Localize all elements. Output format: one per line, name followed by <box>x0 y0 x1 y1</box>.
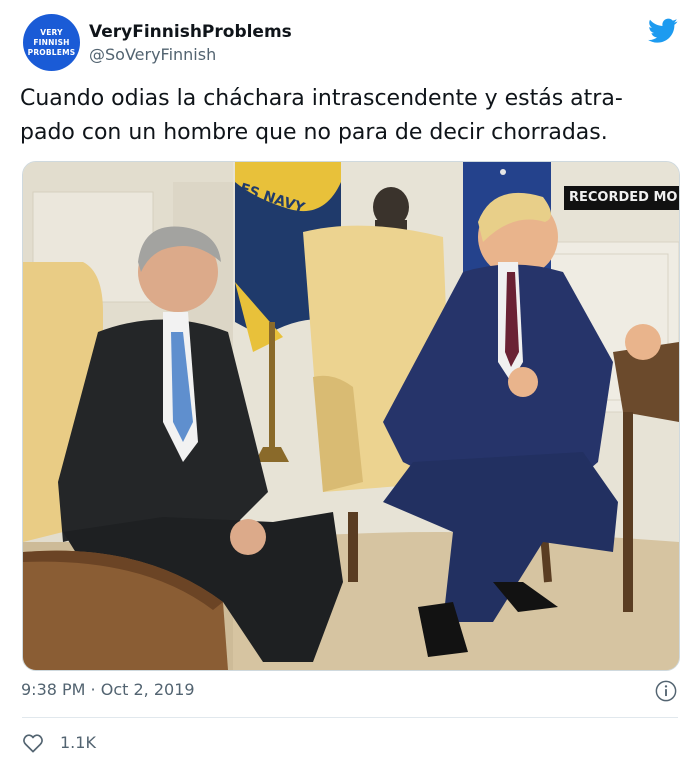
user-handle[interactable]: @SoVeryFinnish <box>89 44 292 66</box>
divider <box>22 717 678 718</box>
avatar-logo-text: VERY FINNISH PROBLEMS <box>27 27 76 57</box>
author-info: VeryFinnishProblems @SoVeryFinnish <box>89 20 292 66</box>
tweet-text-line: Cuando odias la cháchara intrascendente … <box>20 86 623 111</box>
avatar[interactable]: VERY FINNISH PROBLEMS <box>23 14 80 71</box>
twitter-bird-icon[interactable] <box>648 18 678 44</box>
tweet-card: VERY FINNISH PROBLEMS VeryFinnishProblem… <box>0 0 700 771</box>
tweet-text: Cuando odias la cháchara intrascendente … <box>20 82 684 150</box>
heart-icon[interactable] <box>22 733 44 753</box>
display-name[interactable]: VeryFinnishProblems <box>89 20 292 44</box>
tweet-text-line: pado con un hombre que no para de decir … <box>20 120 608 145</box>
tweet-timestamp[interactable]: 9:38 PM · Oct 2, 2019 <box>21 678 195 702</box>
like-action[interactable]: 1.1K <box>22 731 96 755</box>
like-count: 1.1K <box>60 733 96 752</box>
info-icon[interactable] <box>655 680 677 702</box>
recorded-badge: RECORDED MO <box>564 186 679 210</box>
photo-illustration: ES NAVY <box>23 162 679 670</box>
tweet-media-photo[interactable]: ES NAVY RECORDED MO <box>22 161 680 671</box>
